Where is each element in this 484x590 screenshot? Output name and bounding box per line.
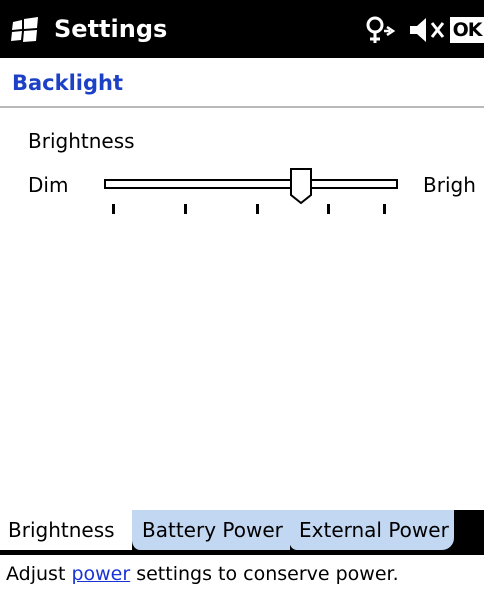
windows-start-icon[interactable]: [10, 17, 40, 43]
footer-text: Adjust power settings to conserve power.: [6, 561, 399, 587]
slider-tick: [256, 204, 259, 214]
footer-prefix: Adjust: [6, 563, 72, 585]
slider-max-label: Brigh: [423, 173, 475, 197]
brightness-label: Brightness: [28, 129, 135, 153]
brightness-slider-track[interactable]: [104, 179, 398, 189]
slider-min-label: Dim: [28, 173, 69, 197]
tab-battery-power[interactable]: Battery Power: [130, 510, 290, 550]
footer-suffix: settings to conserve power.: [130, 563, 399, 585]
ok-button[interactable]: OK: [450, 17, 484, 43]
tab-bar: Brightness Battery Power External Power: [0, 510, 484, 554]
slider-tick: [112, 204, 115, 214]
brightness-slider-thumb[interactable]: [289, 167, 313, 205]
slider-tick: [184, 204, 187, 214]
connectivity-icon[interactable]: [364, 15, 398, 45]
tab-external-power[interactable]: External Power: [287, 510, 454, 550]
slider-tick: [327, 204, 330, 214]
page-title: Backlight: [12, 71, 124, 95]
slider-tick: [383, 204, 386, 214]
window-title: Settings: [54, 15, 168, 43]
power-settings-link[interactable]: power: [71, 563, 130, 585]
volume-muted-icon[interactable]: [407, 15, 445, 45]
footer: Adjust power settings to conserve power.: [0, 554, 484, 590]
title-bar: Settings OK: [0, 0, 484, 58]
tab-brightness[interactable]: Brightness: [0, 510, 132, 550]
page-header: Backlight: [0, 58, 484, 108]
